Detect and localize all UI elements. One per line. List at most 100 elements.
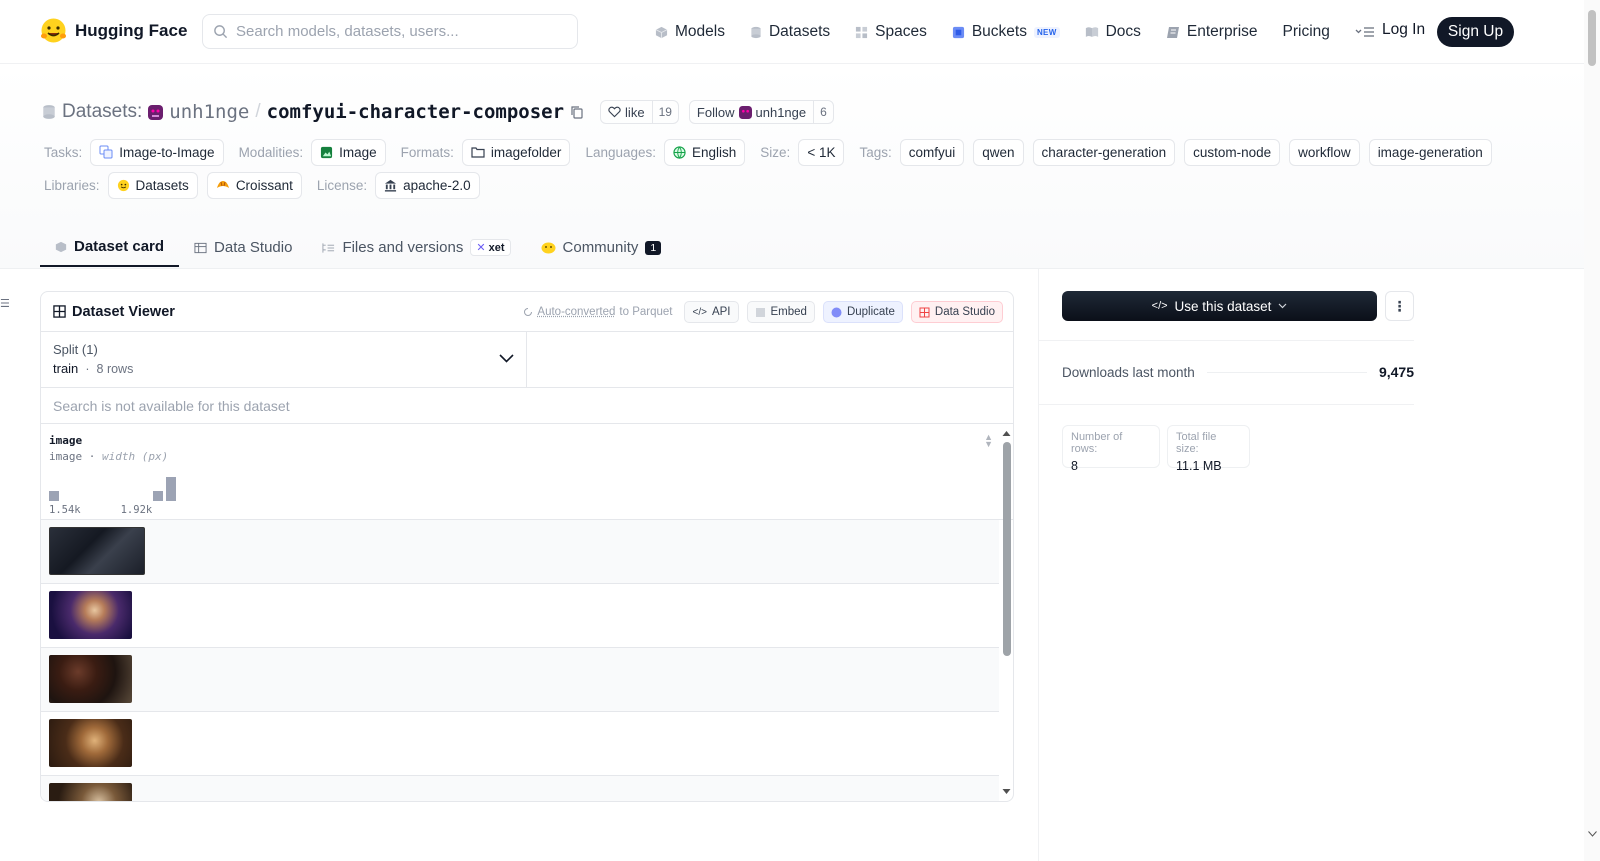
repo-name[interactable]: comfyui-character-composer	[267, 101, 564, 123]
book-icon	[1085, 27, 1098, 37]
like-count: 19	[651, 101, 678, 123]
auto-converted-note[interactable]: Auto-converted to Parquet	[523, 306, 672, 318]
toc-toggle-icon[interactable]: ☰	[0, 297, 10, 310]
use-this-dataset-button[interactable]: </> Use this dataset	[1062, 291, 1377, 321]
tab-data-studio[interactable]: Data Studio	[179, 228, 307, 267]
folder-icon	[471, 147, 485, 158]
path-separator: /	[255, 101, 261, 122]
library-label: Croissant	[235, 177, 293, 193]
globe-icon	[673, 145, 686, 159]
table-row[interactable]	[41, 776, 999, 801]
size-chip[interactable]: < 1K	[798, 138, 845, 166]
brand-logo[interactable]: Hugging Face	[40, 17, 187, 44]
duplicate-button[interactable]: Duplicate	[822, 301, 903, 323]
modality-chip[interactable]: Image	[311, 138, 386, 166]
page-scroll-thumb[interactable]	[1588, 10, 1596, 66]
duplicate-label: Duplicate	[846, 306, 895, 318]
search-icon	[214, 25, 228, 39]
nav-enterprise[interactable]: Enterprise	[1166, 23, 1258, 41]
tag-chip[interactable]: image-generation	[1368, 138, 1492, 166]
nav-pricing[interactable]: Pricing	[1283, 23, 1330, 41]
data-studio-button[interactable]: Data Studio	[910, 301, 1003, 323]
format-label: imagefolder	[490, 144, 562, 160]
tag-label: comfyui	[908, 144, 956, 160]
search-input[interactable]	[236, 23, 556, 40]
nav-spaces[interactable]: Spaces	[855, 23, 927, 41]
follow-button[interactable]: Follow unh1nge 6	[688, 100, 834, 124]
nav-models[interactable]: Models	[655, 23, 725, 41]
table-row[interactable]	[41, 584, 999, 648]
embed-label: Embed	[770, 306, 807, 318]
format-chip[interactable]: imagefolder	[461, 138, 571, 166]
global-search[interactable]	[202, 14, 578, 49]
histogram-bar[interactable]	[166, 477, 176, 501]
tag-chip[interactable]: custom-node	[1184, 138, 1281, 166]
image-thumbnail[interactable]	[49, 783, 132, 801]
croissant-icon	[216, 180, 229, 188]
viewer-scroll-thumb[interactable]	[1003, 442, 1011, 656]
refresh-icon	[524, 308, 533, 316]
split-selector[interactable]: Split (1) train · 8 rows	[41, 332, 527, 387]
tag-chip[interactable]: qwen	[973, 138, 1024, 166]
like-button[interactable]: like 19	[600, 100, 679, 124]
table-icon	[53, 305, 66, 318]
signup-button[interactable]: Sign Up	[1437, 17, 1514, 47]
table-row[interactable]	[41, 648, 999, 712]
downloads-label: Downloads last month	[1062, 364, 1195, 380]
tag-chip[interactable]: workflow	[1289, 138, 1360, 166]
size-value: < 1K	[807, 144, 836, 160]
divider	[1039, 340, 1414, 341]
image-thumbnail[interactable]	[49, 719, 132, 767]
repo-owner-link[interactable]: unh1nge	[169, 101, 249, 123]
histogram-bar[interactable]	[49, 491, 59, 501]
tab-community[interactable]: Community 1	[526, 228, 677, 267]
more-options-button[interactable]: ⋮	[1385, 291, 1414, 321]
cube-icon	[55, 241, 67, 252]
dataset-viewer: Dataset Viewer Auto-converted to Parquet…	[40, 291, 1014, 802]
library-chip-datasets[interactable]: Datasets	[107, 171, 198, 199]
tab-label: Community	[562, 239, 639, 256]
chevron-down-icon	[499, 354, 514, 363]
nav-datasets[interactable]: Datasets	[750, 23, 830, 41]
image-thumbnail[interactable]	[49, 591, 132, 639]
tag-label: image-generation	[1377, 144, 1483, 160]
tab-dataset-card[interactable]: Dataset card	[40, 228, 180, 267]
language-chip[interactable]: English	[664, 138, 746, 166]
embed-button[interactable]: Embed	[746, 301, 815, 323]
embed-icon	[755, 307, 765, 317]
tab-files-and-versions[interactable]: Files and versions ✕ xet	[307, 228, 525, 267]
tag-chip[interactable]: character-generation	[1032, 138, 1176, 166]
auto-converted-link[interactable]: Auto-converted	[537, 306, 615, 318]
community-icon	[541, 242, 556, 254]
nav-more-menu[interactable]	[1355, 26, 1375, 38]
license-chip[interactable]: apache-2.0	[375, 171, 480, 199]
scroll-up-icon	[1002, 431, 1011, 436]
divider	[1039, 404, 1414, 405]
page-scrollbar[interactable]	[1584, 0, 1600, 861]
tag-label: character-generation	[1041, 144, 1167, 160]
language-label: English	[692, 144, 737, 160]
library-chip-croissant[interactable]: Croissant	[206, 171, 302, 199]
copy-icon[interactable]	[570, 105, 584, 119]
nav-docs[interactable]: Docs	[1085, 23, 1141, 41]
viewer-scrollbar[interactable]	[1001, 428, 1011, 798]
nav-buckets[interactable]: Buckets NEW	[952, 23, 1060, 41]
login-link[interactable]: Log In	[1382, 21, 1425, 39]
tag-chip[interactable]: comfyui	[899, 138, 965, 166]
column-name: image	[49, 434, 83, 447]
task-chip[interactable]: Image-to-Image	[90, 138, 224, 166]
downloads-sparkline	[1206, 371, 1367, 373]
search-unavailable-message: Search is not available for this dataset	[41, 388, 1013, 424]
image-thumbnail[interactable]	[49, 655, 132, 703]
nav-spaces-label: Spaces	[875, 23, 927, 40]
table-row[interactable]	[41, 712, 999, 776]
tag-label: custom-node	[1193, 144, 1272, 160]
enterprise-icon	[1166, 26, 1179, 38]
table-row[interactable]	[41, 520, 999, 584]
size-stat-label: Total file size:	[1176, 431, 1217, 455]
sort-icon[interactable]: ▲ ▼	[984, 433, 993, 449]
histogram-bar[interactable]	[153, 491, 163, 501]
api-button[interactable]: </> API	[684, 301, 739, 323]
column-header-image[interactable]: image image · width (px) 1.54k 1.92k ▲ ▼	[41, 424, 1013, 520]
image-thumbnail[interactable]	[49, 527, 145, 575]
